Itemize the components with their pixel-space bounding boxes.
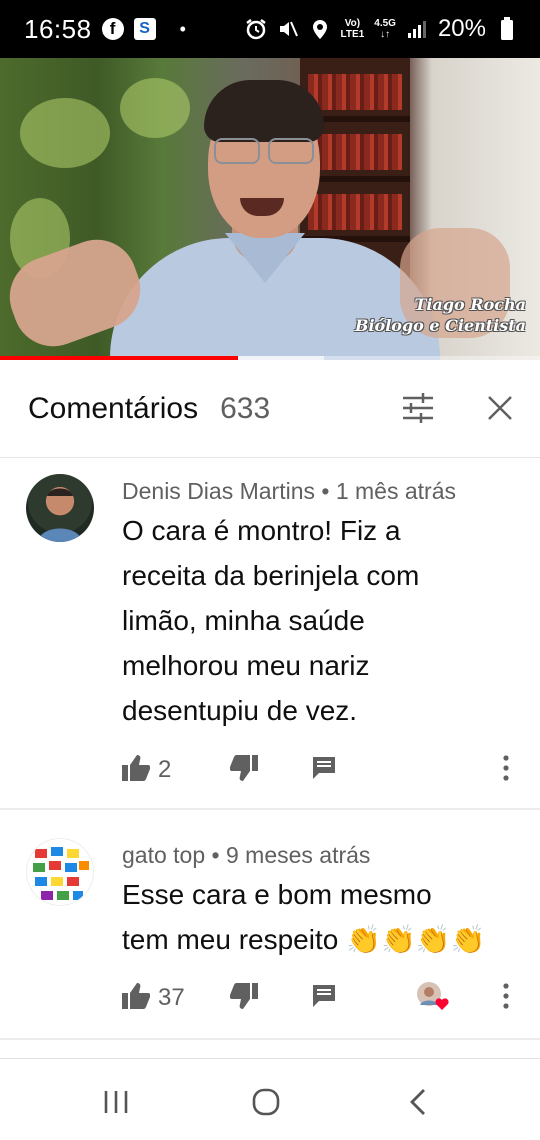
comment-item: Denis Dias Martins • 1 mês atrás O cara …	[0, 460, 540, 808]
thumbs-down-icon	[229, 754, 258, 786]
comments-title: Comentários	[28, 391, 199, 425]
net-speed: 4.5G ↓↑	[374, 18, 396, 40]
comments-count: 633	[220, 391, 271, 425]
caption-name: Tiago Rocha	[414, 295, 527, 314]
system-nav-bar	[0, 1058, 540, 1140]
comment-line: melhorou meu nariz	[122, 650, 370, 681]
dislike-button[interactable]	[229, 750, 258, 790]
comment-actions: 2	[122, 750, 522, 790]
like-button[interactable]: 2	[122, 750, 171, 790]
comment-text: Esse cara e bom mesmo tem meu respeito 👏…	[122, 872, 532, 962]
comment-text: O cara é montro! Fiz a receita da berinj…	[122, 508, 522, 733]
reply-button[interactable]	[312, 750, 336, 790]
avatar[interactable]	[26, 474, 94, 542]
thumbs-down-icon	[229, 982, 258, 1014]
like-count: 2	[158, 756, 172, 783]
signal-icon	[406, 18, 428, 40]
creator-heart-icon	[416, 981, 450, 1016]
location-icon	[309, 18, 331, 40]
sort-filter-icon[interactable]	[400, 390, 436, 426]
like-button[interactable]: 37	[122, 978, 185, 1018]
comment-time: • 9 meses atrás	[211, 842, 371, 868]
status-time: 16:58	[24, 13, 92, 44]
mute-icon	[277, 18, 299, 40]
reply-icon	[312, 984, 336, 1013]
comment-line: desentupiu de vez.	[122, 695, 358, 726]
books	[308, 194, 402, 230]
comment-author[interactable]: Denis Dias Martins	[122, 478, 315, 504]
network-top: Vo)	[344, 18, 361, 29]
thumbs-up-icon	[122, 982, 151, 1014]
alarm-icon	[245, 18, 267, 40]
caption-role: Biólogo e Cientista	[354, 316, 526, 335]
home-icon[interactable]	[246, 1085, 286, 1119]
recent-apps-icon[interactable]	[96, 1085, 136, 1119]
reply-icon	[312, 756, 336, 785]
speaker-hair	[204, 80, 324, 142]
comment-actions: 37	[122, 978, 522, 1018]
battery-percent: 20%	[437, 15, 486, 42]
status-bar: 16:58 f S • Vo) LTE1 4.5G ↓↑ 20%	[0, 0, 540, 58]
comment-time: • 1 mês atrás	[321, 478, 456, 504]
notification-dot: •	[179, 18, 186, 39]
comment-line: limão, minha saúde	[122, 605, 365, 636]
battery-icon	[496, 17, 518, 40]
comment-meta: Denis Dias Martins • 1 mês atrás	[122, 478, 456, 505]
background-foliage	[20, 98, 110, 168]
comment-line: Esse cara e bom mesmo	[122, 879, 432, 910]
net-speed-bottom: ↓↑	[380, 29, 391, 40]
video-caption: Tiago Rocha Biólogo e Cientista	[355, 294, 526, 336]
dislike-button[interactable]	[229, 978, 258, 1018]
comment-line: tem meu respeito 👏👏👏👏	[122, 924, 486, 955]
creator-heart	[416, 978, 450, 1018]
video-player[interactable]: Tiago Rocha Biólogo e Cientista	[0, 58, 540, 360]
network-type: Vo) LTE1	[341, 18, 365, 40]
facebook-icon: f	[101, 18, 124, 40]
back-icon[interactable]	[398, 1085, 438, 1119]
comment-author[interactable]: gato top	[122, 842, 205, 868]
more-options-button[interactable]	[502, 978, 510, 1018]
comment-divider	[0, 1038, 540, 1040]
comments-header: Comentários 633	[0, 360, 540, 458]
books	[308, 134, 402, 170]
close-icon[interactable]	[482, 390, 518, 426]
comment-line: receita da berinjela com	[122, 560, 420, 591]
more-options-button[interactable]	[502, 750, 510, 790]
comment-line: O cara é montro! Fiz a	[122, 515, 401, 546]
more-vertical-icon	[502, 754, 510, 786]
books	[308, 74, 402, 110]
thumbs-up-icon	[122, 754, 151, 786]
speaker-glasses	[208, 138, 320, 166]
comment-meta: gato top • 9 meses atrás	[122, 842, 370, 869]
avatar[interactable]	[26, 838, 94, 906]
comment-item: gato top • 9 meses atrás Esse cara e bom…	[0, 824, 540, 1038]
network-bottom: LTE1	[340, 29, 365, 40]
net-speed-top: 4.5G	[374, 18, 396, 29]
app-s-icon: S	[133, 18, 156, 40]
more-vertical-icon	[502, 982, 510, 1014]
reply-button[interactable]	[312, 978, 336, 1018]
like-count: 37	[158, 984, 185, 1011]
background-foliage	[120, 78, 190, 138]
comment-divider	[0, 808, 540, 810]
